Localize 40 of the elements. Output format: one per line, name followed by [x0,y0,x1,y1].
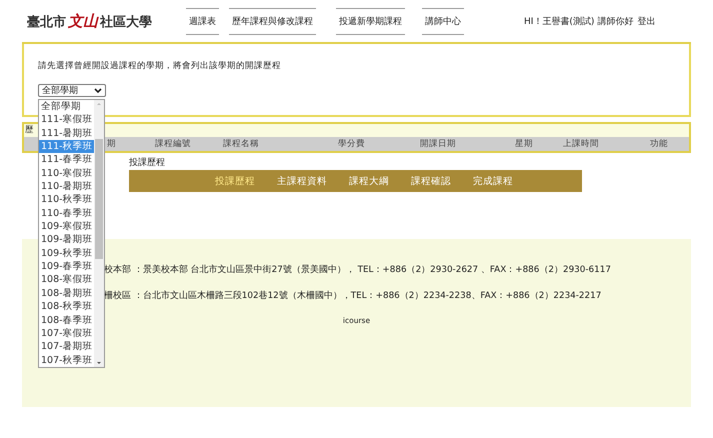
nav-link[interactable]: 週課表 [186,8,219,34]
column-header: 上課時間 [563,138,600,150]
semester-select[interactable]: 全部學期 [38,84,106,97]
dropdown-option[interactable]: 109-春季班 [39,260,94,274]
column-header: 功能 [650,138,669,150]
dropdown-option[interactable]: 109-暑期班 [39,233,94,247]
dropdown-option[interactable]: 110-春季班 [39,206,94,220]
dropdown-option[interactable]: 109-秋季班 [39,246,94,260]
column-header: 課程名稱 [223,138,260,150]
nav-link[interactable]: 歷年課程與修改課程 [229,8,316,34]
column-header: 開課日期 [420,138,457,150]
column-header: 星期 [515,138,534,150]
dropdown-option[interactable]: 108-春季班 [39,314,94,327]
column-header: 學分費 [338,138,366,150]
panel-title: 歷 [25,125,34,135]
dropdown-option[interactable]: 110-寒假班 [39,166,94,180]
dropdown-option[interactable]: 110-秋季班 [39,193,94,207]
instruction-text: 請先選擇曾經開設過課程的學期，將會列出該學期的開課歷程 [37,60,282,72]
user-greeting: HI！王譽書(測試) 講師你好 [524,16,634,28]
nav-link[interactable]: 投遞新學期課程 [336,8,405,34]
dropdown-option[interactable]: 111-暑期班 [39,126,94,140]
dropdown-option[interactable]: 109-寒假班 [39,220,94,234]
dropdown-option[interactable]: 107-寒假班 [39,326,94,340]
dropdown-option[interactable]: 111-春季班 [39,153,94,167]
nav-link[interactable]: 講師中心 [422,8,464,34]
dropdown-option[interactable]: 108-暑期班 [39,286,94,300]
dropdown-option[interactable]: 108-秋季班 [39,300,94,314]
address-text: 柵校區 ：台北市文山區木柵路三段102巷12號（木柵國中），TEL：+886（2）2234-2238、FAX：+886（2）2234-2217 [104,290,602,302]
dropdown-option[interactable]: 全部學期 [39,100,94,114]
column-header: 課程編號 [155,138,192,150]
chevron-icon [94,88,102,94]
dropdown-option[interactable]: 107-秋季班 [39,354,94,367]
logo[interactable]: 臺北市文山社區大學 [27,12,157,30]
dropdown-option[interactable]: 108-寒假班 [39,273,94,287]
dropdown-option[interactable]: 110-暑期班 [39,180,94,194]
logout-link[interactable]: 登出 [637,14,656,28]
dropdown-option[interactable]: 111-寒假班 [39,113,94,127]
dropdown-option[interactable]: 107-暑期班 [39,340,94,354]
column-header: 期 [107,138,117,150]
section-label: 投課歷程 [129,156,166,169]
